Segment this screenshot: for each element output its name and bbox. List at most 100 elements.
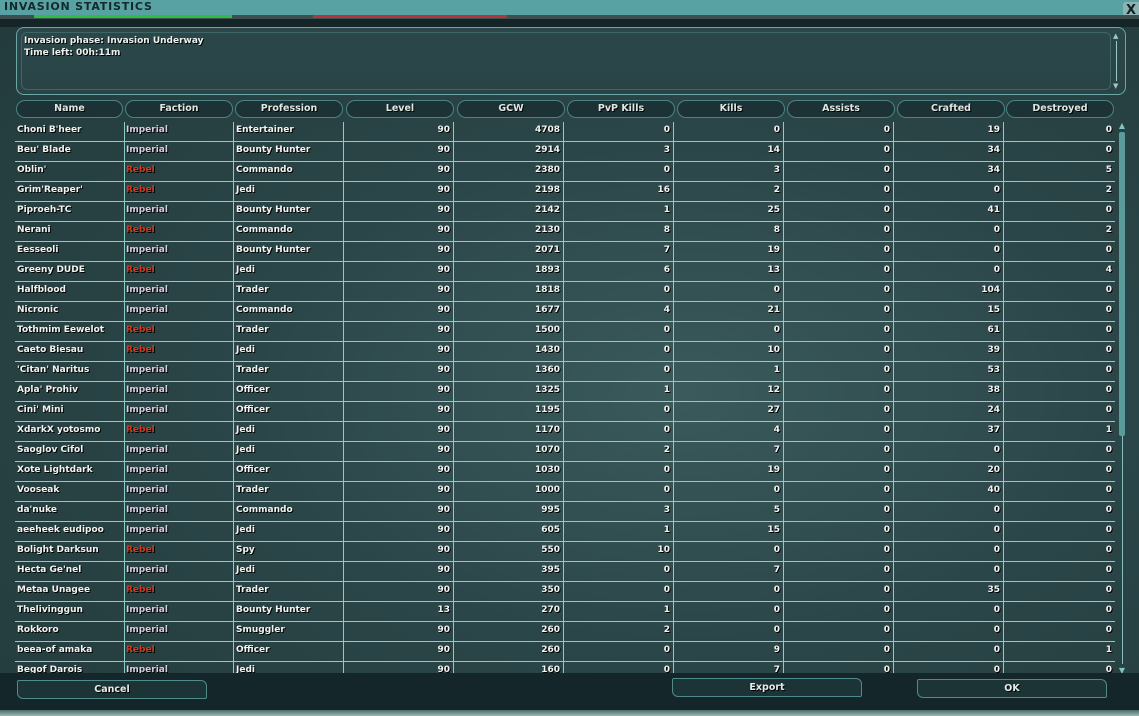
table-row[interactable]: Saoglov Cifol Imperial Jedi 90 1070 2 7 0 0 0 bbox=[15, 442, 1115, 462]
cell-level: 90 bbox=[344, 122, 454, 142]
table-row[interactable]: beea-of amaka Rebel Officer 90 260 0 9 0 0 1 bbox=[15, 642, 1115, 662]
scroll-down-icon[interactable]: ▼ bbox=[1113, 82, 1118, 90]
cell-name: Begof Darois bbox=[15, 662, 125, 673]
scroll-thumb[interactable] bbox=[1119, 132, 1125, 436]
column-header-pvp-kills[interactable]: PvP Kills bbox=[567, 100, 675, 118]
table-row[interactable]: Nerani Rebel Commando 90 2130 8 8 0 0 2 bbox=[15, 222, 1115, 242]
cell-faction: Imperial bbox=[124, 622, 234, 642]
column-header-profession[interactable]: Profession bbox=[235, 100, 343, 118]
cell-destroyed: 0 bbox=[1105, 485, 1112, 495]
cell-faction: Imperial bbox=[124, 402, 234, 422]
invasion-phase-text: Invasion phase: Invasion Underway bbox=[24, 36, 204, 46]
cell-crafted: 38 bbox=[894, 382, 1004, 402]
info-scrollbar[interactable]: ▲ ▼ bbox=[1113, 32, 1121, 90]
scroll-up-icon[interactable]: ▲ bbox=[1117, 122, 1127, 130]
cell-level: 90 bbox=[344, 582, 454, 602]
cell-level: 90 bbox=[344, 242, 454, 262]
column-header-crafted[interactable]: Crafted bbox=[897, 100, 1005, 118]
cell-name: Metaa Unagee bbox=[15, 582, 125, 602]
cell-faction: Imperial bbox=[124, 282, 234, 302]
table-row[interactable]: Halfblood Imperial Trader 90 1818 0 0 0 104 0 bbox=[15, 282, 1115, 302]
column-header-assists[interactable]: Assists bbox=[787, 100, 895, 118]
cell-profession: Commando bbox=[234, 162, 344, 182]
table-row[interactable]: Xote Lightdark Imperial Officer 90 1030 0 19 0 2… bbox=[15, 462, 1115, 482]
cell-pvp-kills: 10 bbox=[564, 542, 674, 562]
imperial-progress-bar bbox=[34, 15, 232, 18]
table-row[interactable]: Thelivinggun Imperial Bounty Hunter 13 270 1 0… bbox=[15, 602, 1115, 622]
cell-profession: Trader bbox=[234, 282, 344, 302]
table-row[interactable]: Begof Darois Imperial Jedi 90 160 0 7 0 0 0 bbox=[15, 662, 1115, 673]
cell-name: 'Citan' Naritus bbox=[15, 362, 125, 382]
table-row[interactable]: Apla' Prohiv Imperial Officer 90 1325 1 12 0 38 0 bbox=[15, 382, 1115, 402]
cell-level: 90 bbox=[344, 642, 454, 662]
column-header-name[interactable]: Name bbox=[16, 100, 123, 118]
cell-pvp-kills: 0 bbox=[564, 562, 674, 582]
column-header-kills[interactable]: Kills bbox=[677, 100, 785, 118]
cell-kills: 10 bbox=[674, 342, 784, 362]
cell-faction: Rebel bbox=[124, 642, 234, 662]
table-row[interactable]: Piproeh-TC Imperial Bounty Hunter 90 2142 1 25… bbox=[15, 202, 1115, 222]
export-button[interactable]: Export bbox=[672, 678, 862, 697]
cell-profession: Jedi bbox=[234, 422, 344, 442]
table-row[interactable]: Cini' Mini Imperial Officer 90 1195 0 27 0 24 0 bbox=[15, 402, 1115, 422]
cell-kills: 15 bbox=[674, 522, 784, 542]
table-row[interactable]: da'nuke Imperial Commando 90 995 3 5 0 0 0 bbox=[15, 502, 1115, 522]
table-row[interactable]: 'Citan' Naritus Imperial Trader 90 1360 0 1 0 53… bbox=[15, 362, 1115, 382]
cell-gcw: 1893 bbox=[454, 262, 564, 282]
cancel-button[interactable]: Cancel bbox=[17, 680, 207, 699]
title-bar[interactable]: INVASION STATISTICS X bbox=[0, 0, 1139, 20]
cell-crafted: 0 bbox=[894, 602, 1004, 622]
scroll-track[interactable] bbox=[1116, 41, 1117, 81]
frame-edge bbox=[0, 710, 1139, 716]
cell-crafted: 40 bbox=[894, 482, 1004, 502]
cell-destroyed: 0 bbox=[1105, 285, 1112, 295]
table-row[interactable]: Hecta Ge'nel Imperial Jedi 90 395 0 7 0 0 0 bbox=[15, 562, 1115, 582]
cell-kills: 2 bbox=[674, 182, 784, 202]
cell-crafted: 53 bbox=[894, 362, 1004, 382]
cell-level: 90 bbox=[344, 482, 454, 502]
table-row[interactable]: Metaa Unagee Rebel Trader 90 350 0 0 0 35 0 bbox=[15, 582, 1115, 602]
cell-kills: 7 bbox=[674, 442, 784, 462]
scroll-up-icon[interactable]: ▲ bbox=[1113, 32, 1118, 40]
table-row[interactable]: XdarkX yotosmo Rebel Jedi 90 1170 0 4 0 37 1 bbox=[15, 422, 1115, 442]
cell-crafted: 0 bbox=[894, 242, 1004, 262]
table-row[interactable]: Choni B'heer Imperial Entertainer 90 4708 0 0 0… bbox=[15, 122, 1115, 142]
cell-name: Piproeh-TC bbox=[15, 202, 125, 222]
table-row[interactable]: Beu' Blade Imperial Bounty Hunter 90 2914 3 14… bbox=[15, 142, 1115, 162]
cell-destroyed: 0 bbox=[1105, 565, 1112, 575]
table-row[interactable]: Greeny DUDE Rebel Jedi 90 1893 6 13 0 0 4 bbox=[15, 262, 1115, 282]
table-row[interactable]: Bolight Darksun Rebel Spy 90 550 10 0 0 0 0 bbox=[15, 542, 1115, 562]
cell-destroyed: 5 bbox=[1105, 165, 1112, 175]
cell-gcw: 2380 bbox=[454, 162, 564, 182]
cell-gcw: 995 bbox=[454, 502, 564, 522]
table-row[interactable]: Tothmim Eewelot Rebel Trader 90 1500 0 0 0 61 0 bbox=[15, 322, 1115, 342]
table-row[interactable]: Vooseak Imperial Trader 90 1000 0 0 0 40 0 bbox=[15, 482, 1115, 502]
rebel-progress-bar bbox=[313, 15, 507, 18]
column-header-faction[interactable]: Faction bbox=[125, 100, 233, 118]
table-row[interactable]: Oblin' Rebel Commando 90 2380 0 3 0 34 5 bbox=[15, 162, 1115, 182]
cell-level: 90 bbox=[344, 622, 454, 642]
table-row[interactable]: Grim'Reaper' Rebel Jedi 90 2198 16 2 0 0 2 bbox=[15, 182, 1115, 202]
column-header-gcw[interactable]: GCW bbox=[457, 100, 565, 118]
cell-kills: 8 bbox=[674, 222, 784, 242]
cell-faction: Rebel bbox=[124, 262, 234, 282]
cell-name: beea-of amaka bbox=[15, 642, 125, 662]
cell-gcw: 260 bbox=[454, 642, 564, 662]
table-scrollbar[interactable]: ▲ ▼ bbox=[1116, 122, 1128, 675]
table-row[interactable]: Rokkoro Imperial Smuggler 90 260 2 0 0 0 0 bbox=[15, 622, 1115, 642]
cell-crafted: 15 bbox=[894, 302, 1004, 322]
cell-profession: Jedi bbox=[234, 442, 344, 462]
cell-pvp-kills: 0 bbox=[564, 282, 674, 302]
cell-crafted: 41 bbox=[894, 202, 1004, 222]
cell-gcw: 260 bbox=[454, 622, 564, 642]
table-row[interactable]: Eesseoli Imperial Bounty Hunter 90 2071 7 19 0 0… bbox=[15, 242, 1115, 262]
column-header-destroyed[interactable]: Destroyed bbox=[1006, 100, 1114, 118]
table-row[interactable]: Caeto Biesau Rebel Jedi 90 1430 0 10 0 39 0 bbox=[15, 342, 1115, 362]
cell-kills: 0 bbox=[674, 282, 784, 302]
table-row[interactable]: aeeheek eudipoo Imperial Jedi 90 605 1 15 0 0 0 bbox=[15, 522, 1115, 542]
table-row[interactable]: Nicronic Imperial Commando 90 1677 4 21 0 15 0 bbox=[15, 302, 1115, 322]
cell-name: Rokkoro bbox=[15, 622, 125, 642]
ok-button[interactable]: OK bbox=[917, 679, 1107, 698]
column-header-level[interactable]: Level bbox=[346, 100, 454, 118]
cell-faction: Rebel bbox=[124, 322, 234, 342]
